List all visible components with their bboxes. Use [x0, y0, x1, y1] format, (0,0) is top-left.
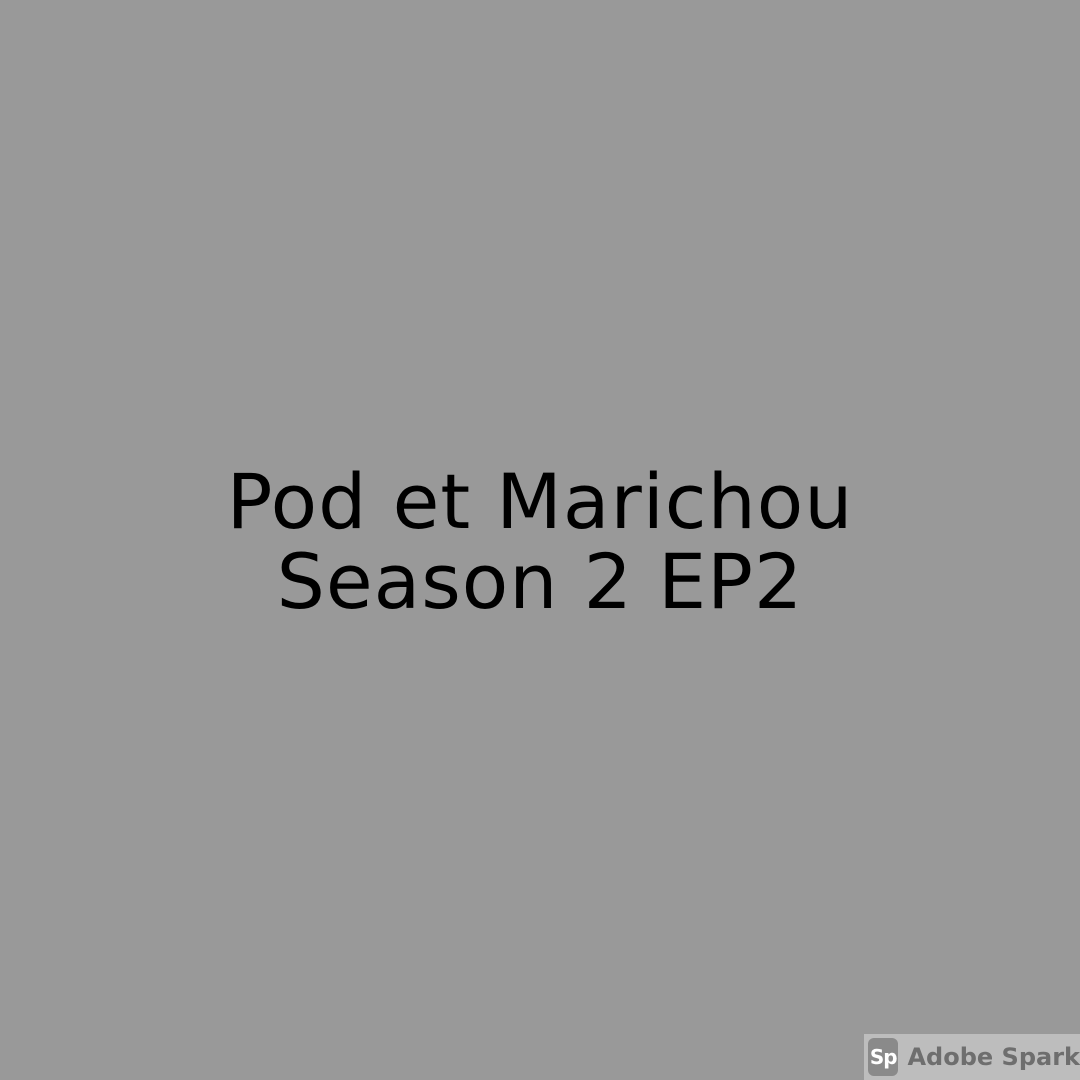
watermark-label: Adobe Spark: [907, 1043, 1080, 1071]
title-line-2: Season 2 EP2: [276, 537, 804, 626]
adobe-spark-watermark: Sp Adobe Spark: [864, 1034, 1080, 1080]
episode-title: Pod et Marichou Season 2 EP2: [0, 462, 1080, 622]
adobe-spark-logo-icon: Sp: [868, 1038, 899, 1076]
cover-canvas: Pod et Marichou Season 2 EP2 Sp Adobe Sp…: [0, 0, 1080, 1080]
title-line-1: Pod et Marichou: [226, 457, 854, 546]
